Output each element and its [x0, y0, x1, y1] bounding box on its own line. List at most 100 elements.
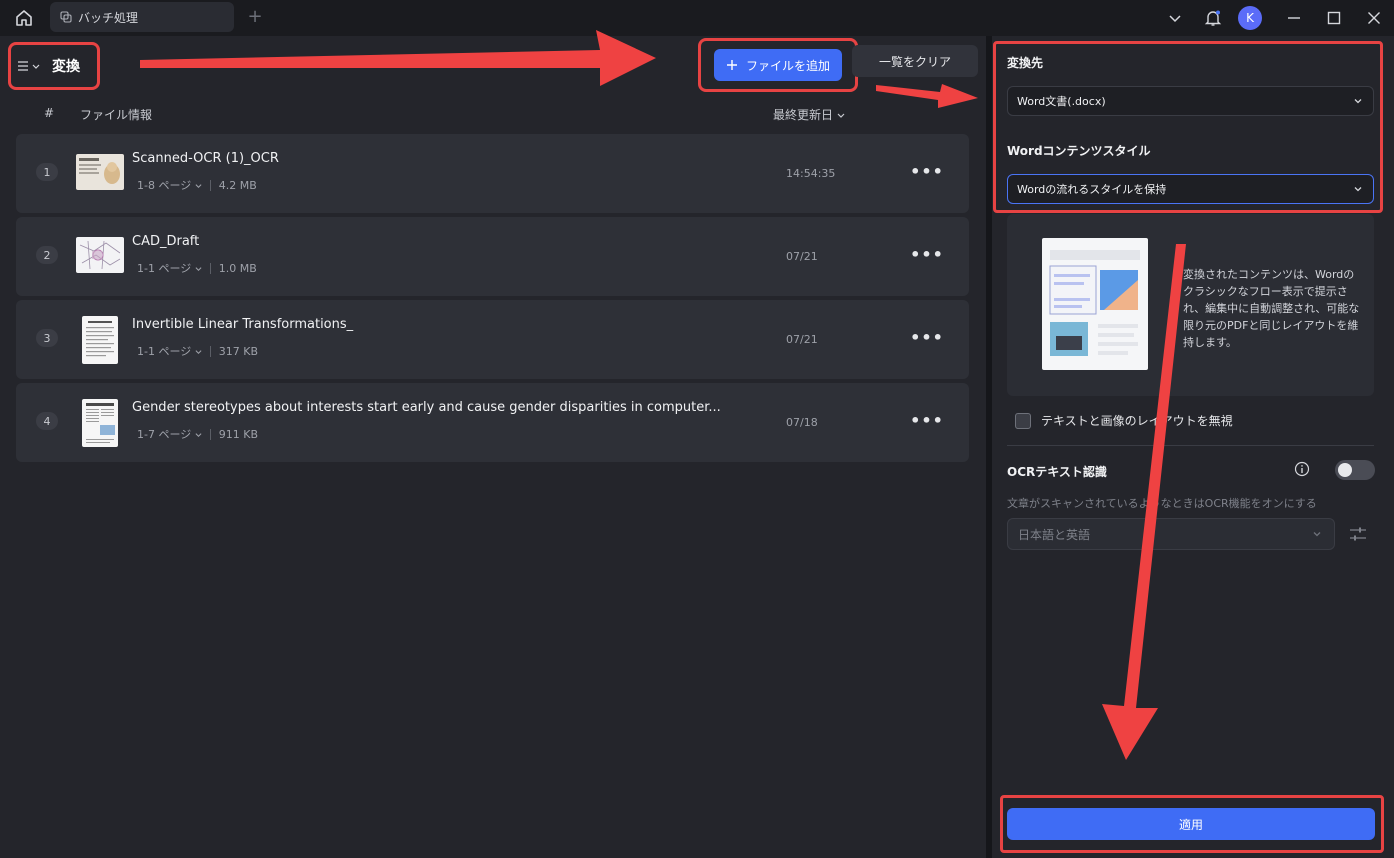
apply-button[interactable]: 適用 — [1007, 808, 1375, 840]
target-format-select[interactable]: Word文書(.docx) — [1007, 86, 1374, 116]
page-range-dropdown[interactable]: 1-1 ページ — [137, 260, 202, 276]
file-meta: 1-7 ページ 911 KB — [137, 426, 258, 442]
file-name: Scanned-OCR (1)_OCR — [132, 151, 279, 166]
file-meta: 1-8 ページ 4.2 MB — [137, 177, 257, 193]
chevron-down-icon — [195, 184, 202, 188]
file-list-panel: 変換 ファイルを追加 一覧をクリア # ファイル情報 最終更新日 1 Scann… — [0, 36, 986, 858]
chevron-down-icon — [1354, 99, 1362, 104]
batch-icon — [60, 11, 72, 23]
file-row[interactable]: 1 Scanned-OCR (1)_OCR 1-8 ページ 4.2 MB 14:… — [16, 134, 969, 213]
new-tab-button[interactable]: + — [246, 6, 264, 28]
file-date: 07/18 — [786, 416, 818, 429]
plus-icon — [726, 60, 737, 70]
style-description: 変換されたコンテンツは、Wordのクラシックなフロー表示で提示され、編集中に自動… — [1183, 268, 1360, 349]
page-range-dropdown[interactable]: 1-8 ページ — [137, 177, 202, 193]
bell-icon[interactable] — [1198, 3, 1228, 33]
target-format-label: 変換先 — [1007, 56, 1044, 70]
cad-drawing-thumbnail — [76, 237, 124, 273]
clear-list-button[interactable]: 一覧をクリア — [852, 45, 978, 77]
page-range-dropdown[interactable]: 1-7 ページ — [137, 426, 202, 442]
more-options-icon[interactable]: ••• — [910, 160, 943, 182]
avatar[interactable]: K — [1238, 6, 1262, 30]
mode-header: 変換 — [8, 42, 100, 90]
file-name: CAD_Draft — [132, 234, 200, 249]
ocr-toggle[interactable] — [1335, 460, 1375, 480]
ocr-language-select[interactable]: 日本語と英語 — [1007, 518, 1335, 550]
target-format-value: Word文書(.docx) — [1017, 95, 1106, 108]
ignore-layout-option[interactable]: テキストと画像のレイアウトを無視 — [1015, 412, 1233, 429]
file-name: Invertible Linear Transformations_ — [132, 317, 354, 332]
close-icon[interactable] — [1354, 0, 1394, 36]
chevron-down-icon — [837, 113, 845, 118]
layout-preview-illustration — [1042, 238, 1148, 370]
add-file-highlight: ファイルを追加 — [698, 38, 858, 92]
content-style-label: Wordコンテンツスタイル — [1007, 144, 1151, 158]
divider — [209, 262, 211, 274]
ocr-description: 文章がスキャンされているようなときはOCR機能をオンにする — [1007, 497, 1317, 510]
more-options-icon[interactable]: ••• — [910, 326, 943, 348]
file-row[interactable]: 3 Invertible Linear Transformations_ 1-1… — [16, 300, 969, 379]
row-number: 2 — [36, 246, 58, 264]
column-modified-label: 最終更新日 — [773, 108, 834, 122]
chevron-down-icon — [1354, 187, 1362, 192]
more-options-icon[interactable]: ••• — [910, 243, 943, 265]
file-meta: 1-1 ページ 1.0 MB — [137, 260, 257, 276]
content-style-select[interactable]: Wordの流れるスタイルを保持 — [1007, 174, 1374, 204]
file-size: 4.2 MB — [218, 178, 257, 192]
ocr-title: OCRテキスト認識 — [1007, 465, 1107, 479]
chevron-down-icon — [32, 64, 40, 69]
row-number: 3 — [36, 329, 58, 347]
info-icon[interactable] — [1294, 461, 1310, 477]
divider — [209, 179, 211, 191]
page-range-dropdown[interactable]: 1-1 ページ — [137, 343, 202, 359]
chevron-down-icon — [195, 350, 202, 354]
column-modified-sort[interactable]: 最終更新日 — [773, 106, 845, 123]
ocr-language-value: 日本語と英語 — [1018, 527, 1091, 542]
file-name: Gender stereotypes about interests start… — [132, 400, 721, 415]
minimize-icon[interactable] — [1274, 0, 1314, 36]
file-date: 07/21 — [786, 250, 818, 263]
content-style-value: Wordの流れるスタイルを保持 — [1017, 183, 1167, 196]
sliders-icon[interactable] — [1348, 524, 1368, 544]
chevron-down-icon[interactable] — [1160, 3, 1190, 33]
chevron-down-icon — [1313, 532, 1321, 537]
row-number: 1 — [36, 163, 58, 181]
app-window: バッチ処理 + K 変換 ファイルを追加 一覧をクリア # ファイル情報 最終更… — [0, 0, 1394, 858]
list-header: # ファイル情報 最終更新日 — [16, 104, 968, 124]
page-title: 変換 — [52, 59, 80, 75]
maximize-icon[interactable] — [1314, 0, 1354, 36]
file-size: 317 KB — [218, 344, 259, 358]
divider — [209, 428, 211, 440]
column-number: # — [44, 106, 55, 120]
file-size: 1.0 MB — [218, 261, 257, 275]
home-icon[interactable] — [12, 6, 36, 30]
divider — [1007, 445, 1374, 446]
add-file-label: ファイルを追加 — [745, 58, 830, 73]
document-photo-thumbnail — [76, 154, 124, 190]
file-date: 07/21 — [786, 333, 818, 346]
page-range-label: 1-1 ページ — [137, 345, 192, 358]
chevron-down-icon — [195, 267, 202, 271]
page-range-label: 1-1 ページ — [137, 262, 192, 275]
article-page-thumbnail — [82, 399, 118, 447]
file-row[interactable]: 4 Gender stereotypes about interests sta… — [16, 383, 969, 462]
page-range-label: 1-8 ページ — [137, 179, 192, 192]
menu-icon[interactable] — [17, 60, 40, 72]
tab-label: バッチ処理 — [78, 10, 139, 25]
file-size: 911 KB — [218, 427, 259, 441]
title-bar: バッチ処理 + K — [0, 0, 1394, 36]
file-row[interactable]: 2 CAD_Draft 1-1 ページ 1.0 MB 07/21 ••• — [16, 217, 969, 296]
row-number: 4 — [36, 412, 58, 430]
chevron-down-icon — [195, 433, 202, 437]
style-preview: 変換されたコンテンツは、Wordのクラシックなフロー表示で提示され、編集中に自動… — [1007, 214, 1374, 396]
add-file-button[interactable]: ファイルを追加 — [714, 49, 842, 81]
text-page-thumbnail — [82, 316, 118, 364]
page-range-label: 1-7 ページ — [137, 428, 192, 441]
ignore-layout-label: テキストと画像のレイアウトを無視 — [1041, 414, 1233, 428]
tab-batch-process[interactable]: バッチ処理 — [50, 2, 234, 32]
divider — [209, 345, 211, 357]
ignore-layout-checkbox[interactable] — [1015, 412, 1031, 429]
file-list: 1 Scanned-OCR (1)_OCR 1-8 ページ 4.2 MB 14:… — [16, 134, 969, 466]
more-options-icon[interactable]: ••• — [910, 409, 943, 431]
settings-panel: 変換先 Word文書(.docx) Wordコンテンツスタイル Wordの流れる… — [992, 36, 1394, 858]
